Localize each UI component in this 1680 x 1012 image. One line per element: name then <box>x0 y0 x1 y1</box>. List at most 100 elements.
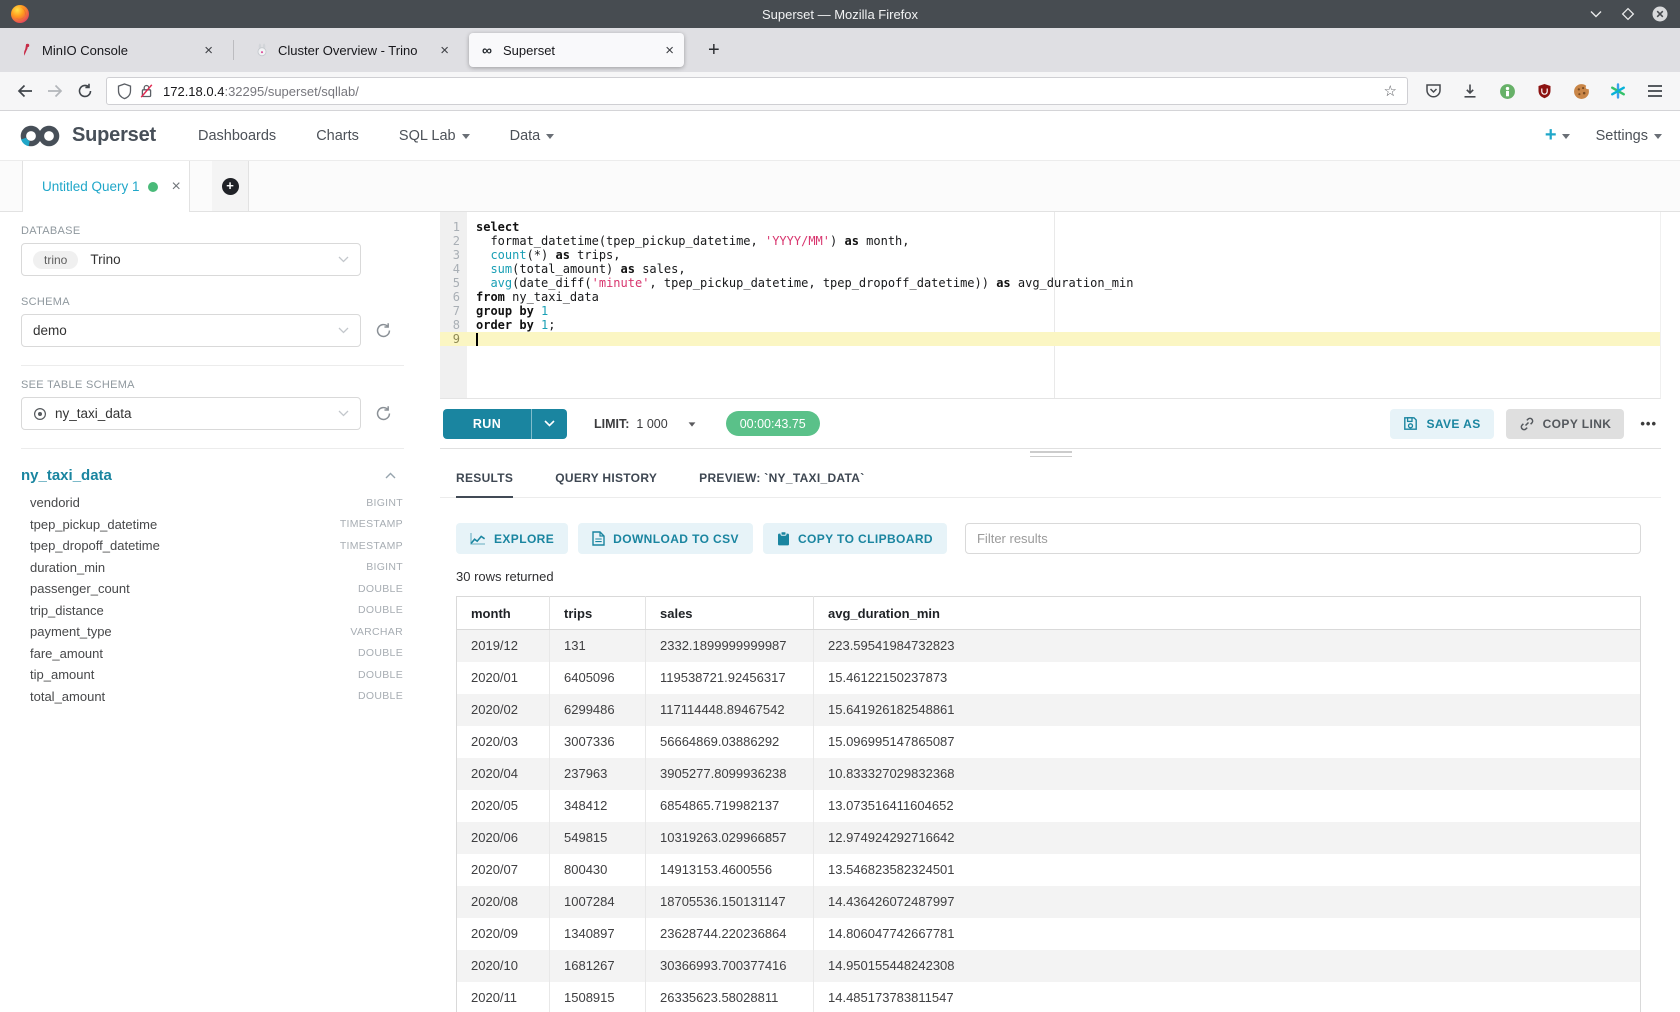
forward-button[interactable] <box>40 77 70 105</box>
new-tab-button[interactable]: + <box>700 39 728 62</box>
table-cell: 1681267 <box>550 950 646 982</box>
close-button[interactable] <box>1652 6 1668 22</box>
reload-button[interactable] <box>70 77 100 105</box>
table-cell: 14.950155448242308 <box>814 950 1641 982</box>
browser-tab-minio[interactable]: MinIO Console × <box>8 33 223 67</box>
nav-sql-lab[interactable]: SQL Lab <box>399 128 470 144</box>
table-column-row: payment_typeVARCHAR <box>30 621 404 643</box>
table-cell: 15.641926182548861 <box>814 694 1641 726</box>
schema-select[interactable]: demo <box>21 314 361 347</box>
save-as-button[interactable]: SAVE AS <box>1390 409 1493 439</box>
tab-close-icon[interactable]: × <box>665 43 674 58</box>
ublock-extension-icon[interactable] <box>1529 77 1559 105</box>
link-icon <box>1519 416 1535 432</box>
plus-circle-icon[interactable]: + <box>222 178 239 195</box>
table-schema-title[interactable]: ny_taxi_data <box>21 467 112 484</box>
copy-clipboard-button[interactable]: COPY TO CLIPBOARD <box>763 523 947 554</box>
maximize-button[interactable] <box>1620 6 1636 22</box>
gutter-line-number: 6 <box>440 290 460 304</box>
limit-label: LIMIT: <box>594 417 629 431</box>
tab-close-icon[interactable]: × <box>204 43 213 58</box>
back-button[interactable] <box>10 77 40 105</box>
table-cell: 131 <box>550 630 646 662</box>
tab-query-history[interactable]: QUERY HISTORY <box>555 471 657 498</box>
table-cell: 2020/06 <box>457 822 550 854</box>
browser-toolbar: 172.18.0.4:32295/superset/sqllab/ ☆ <box>0 72 1680 111</box>
tab-results[interactable]: RESULTS <box>456 471 513 498</box>
query-tab-strip: Untitled Query 1 × + <box>0 161 1680 212</box>
limit-control[interactable]: LIMIT: 1 000 <box>594 417 696 431</box>
refresh-schemas-icon[interactable] <box>375 322 392 339</box>
limit-value: 1 000 <box>636 417 667 431</box>
downloads-icon[interactable] <box>1455 77 1485 105</box>
table-row: 2020/09134089723628744.22023686414.80604… <box>457 918 1641 950</box>
refresh-tables-icon[interactable] <box>375 405 392 422</box>
table-cell: 3007336 <box>550 726 646 758</box>
editor-code[interactable]: select format_datetime(tpep_pickup_datet… <box>467 212 1660 398</box>
cookie-extension-icon[interactable] <box>1566 77 1596 105</box>
tab-close-icon[interactable]: × <box>440 43 449 58</box>
insecure-lock-icon[interactable] <box>139 83 154 99</box>
database-select[interactable]: trino Trino <box>21 243 361 276</box>
table-row: 2020/042379633905277.809993623810.833327… <box>457 758 1641 790</box>
privacy-extension-icon[interactable] <box>1492 77 1522 105</box>
nav-charts[interactable]: Charts <box>316 128 359 144</box>
column-header[interactable]: trips <box>550 597 646 630</box>
chevron-down-icon <box>462 134 470 139</box>
sql-workarea: 123456789 select format_datetime(tpep_pi… <box>425 212 1680 1012</box>
query-tab-close-icon[interactable]: × <box>172 179 181 195</box>
table-select[interactable]: ny_taxi_data <box>21 397 361 430</box>
sql-editor[interactable]: 123456789 select format_datetime(tpep_pi… <box>440 212 1661 399</box>
table-cell: 2020/02 <box>457 694 550 726</box>
table-row: 2020/0654981510319263.02996685712.974924… <box>457 822 1641 854</box>
gutter-line-number: 9 <box>440 332 467 346</box>
query-tab[interactable]: Untitled Query 1 × <box>22 161 190 212</box>
add-query-tab[interactable]: + <box>212 161 249 211</box>
brand-name: Superset <box>72 124 156 147</box>
column-header[interactable]: sales <box>646 597 814 630</box>
download-csv-button[interactable]: DOWNLOAD TO CSV <box>578 523 753 554</box>
pocket-icon[interactable] <box>1418 77 1448 105</box>
pane-resize-handle[interactable] <box>440 449 1661 459</box>
extension-asterisk-icon[interactable] <box>1603 77 1633 105</box>
collapse-chevron-up-icon[interactable] <box>385 472 396 479</box>
explore-button[interactable]: EXPLORE <box>456 523 568 554</box>
filter-results-input[interactable] <box>965 523 1641 554</box>
table-cell: 6299486 <box>550 694 646 726</box>
add-new-button[interactable]: + <box>1545 124 1570 147</box>
minimize-button[interactable] <box>1588 6 1604 22</box>
column-header[interactable]: avg_duration_min <box>814 597 1641 630</box>
gutter-line-number: 2 <box>440 234 460 248</box>
table-cell: 30366993.700377416 <box>646 950 814 982</box>
file-icon <box>592 531 605 546</box>
chevron-down-icon <box>1654 134 1662 139</box>
run-button[interactable]: RUN <box>443 409 531 439</box>
copy-link-button[interactable]: COPY LINK <box>1506 409 1625 439</box>
bookmark-star-icon[interactable]: ☆ <box>1384 82 1397 100</box>
nav-dashboards[interactable]: Dashboards <box>198 128 276 144</box>
table-cell: 2020/05 <box>457 790 550 822</box>
table-cell: 2020/03 <box>457 726 550 758</box>
browser-tab-trino[interactable]: Cluster Overview - Trino × <box>244 33 459 67</box>
more-options-button[interactable]: ••• <box>1640 416 1657 431</box>
url-bar[interactable]: 172.18.0.4:32295/superset/sqllab/ ☆ <box>106 77 1408 105</box>
tracking-shield-icon[interactable] <box>117 83 132 100</box>
run-options-caret[interactable] <box>531 409 567 439</box>
code-line: format_datetime(tpep_pickup_datetime, 'Y… <box>467 234 1660 248</box>
superset-logo[interactable]: Superset <box>18 123 156 149</box>
sidebar-divider <box>21 448 404 449</box>
table-row: 2020/10168126730366993.70037741614.95015… <box>457 950 1641 982</box>
table-row: 2019/121312332.1899999999987223.59541984… <box>457 630 1641 662</box>
run-toolbar: RUN LIMIT: 1 000 00:00:43.75 SAVE AS <box>440 399 1661 449</box>
nav-data[interactable]: Data <box>510 128 555 144</box>
menu-hamburger-icon[interactable] <box>1640 77 1670 105</box>
column-header[interactable]: month <box>457 597 550 630</box>
tab-preview[interactable]: PREVIEW: `NY_TAXI_DATA` <box>699 471 864 498</box>
table-cell: 6405096 <box>550 662 646 694</box>
browser-tab-superset[interactable]: ∞ Superset × <box>469 33 684 67</box>
code-line: count(*) as trips, <box>467 248 1660 262</box>
database-label: DATABASE <box>21 225 404 237</box>
drag-handle-icon[interactable] <box>1030 451 1072 457</box>
settings-menu[interactable]: Settings <box>1596 128 1662 144</box>
database-value: Trino <box>90 252 120 267</box>
